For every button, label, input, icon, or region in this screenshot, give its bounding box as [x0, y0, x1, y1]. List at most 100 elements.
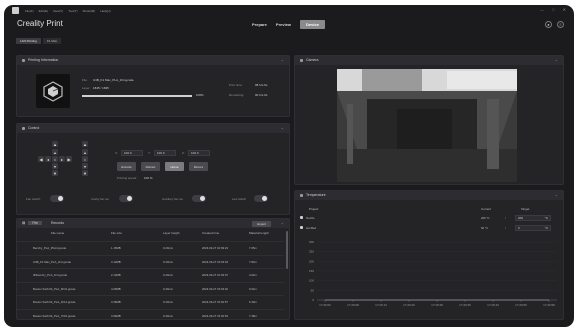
file-name-cell: U4B_K1 Max_PLA_1h4.gcode — [33, 259, 71, 264]
mode-preview[interactable]: Preview — [276, 22, 291, 27]
col-created-time[interactable]: Created time — [202, 231, 219, 235]
col-file-name[interactable]: File name — [51, 231, 64, 235]
menu-help[interactable]: Help(H) — [100, 9, 110, 13]
auxiliary-fan-toggle[interactable] — [192, 195, 206, 202]
collapse-icon[interactable]: ⌄ — [281, 57, 284, 62]
settings-icon[interactable]: ≡ — [557, 21, 564, 28]
material-length-cell: 7.82m — [249, 259, 257, 264]
hotbed-target-unit: °C — [544, 225, 548, 230]
device-tabs: LAN Printing K1 Max — [16, 38, 62, 44]
tab-records[interactable]: Records — [51, 221, 64, 225]
collapse-icon[interactable]: ⌄ — [555, 57, 558, 62]
y-input[interactable]: 100.0 — [154, 150, 176, 156]
table-row[interactable]: Boston Swift 64_PLA_7h16.gcode 3.96MB 0.20… — [17, 308, 284, 322]
y-plus-small-button[interactable]: ▴ — [52, 149, 58, 155]
menu-file[interactable]: File(F) — [25, 9, 34, 13]
motors-button[interactable]: Motors — [189, 162, 208, 171]
home-z-button[interactable]: ⌂ — [82, 156, 88, 162]
minimize-icon[interactable]: — — [540, 7, 544, 12]
col-file-size[interactable]: File size — [111, 231, 122, 235]
nozzle-target-input[interactable]: 200 °C — [515, 214, 551, 221]
hotbed-current: 60 °C — [481, 226, 489, 230]
tab-k1-max[interactable]: K1 Max — [42, 38, 62, 44]
material-length-cell: 6.30m — [249, 300, 257, 304]
file-name-cell: Boston Swift 64_PLA_7h16.gcode — [33, 313, 76, 318]
layer-height-cell: 0.20mm — [163, 246, 174, 250]
tab-file[interactable]: File — [28, 221, 42, 225]
collapse-icon[interactable]: ⌄ — [281, 125, 284, 130]
y-minus-small-button[interactable]: ▾ — [52, 163, 58, 169]
x-input[interactable]: 100.0 — [121, 150, 143, 156]
x-tick-label: 17:29:28 — [431, 303, 443, 307]
cavity-fan-toggle[interactable] — [119, 195, 133, 202]
x-tick-label: 17:29:43 — [487, 303, 499, 307]
x-plus-button[interactable]: ▶ — [66, 156, 72, 162]
y-tick-label: 0 — [312, 298, 314, 302]
table-row[interactable]: Boston Swift 64_PLA_4h14.gcode 3.36MB 0.20… — [17, 295, 284, 308]
y-plus-button[interactable]: ▲ — [52, 141, 58, 147]
x-tick-label: 17:29:35 — [459, 303, 471, 307]
menu-view[interactable]: View(V) — [53, 9, 63, 13]
retract-button[interactable]: Retract — [141, 162, 160, 171]
x-label: X: — [115, 151, 118, 155]
scrollbar[interactable] — [286, 231, 288, 269]
y-tick-label: 50 — [311, 288, 315, 292]
table-row[interactable]: U4B_K1 Max_PLA_1h4.gcode 3.12MB 0.20mm 2023… — [17, 254, 284, 268]
y-minus-button[interactable]: ▼ — [52, 170, 58, 176]
menu-tool[interactable]: Tool(T) — [68, 9, 77, 13]
mode-prepare[interactable]: Prepare — [252, 22, 267, 27]
collapse-icon[interactable]: ⌄ — [555, 192, 558, 197]
z-minus-small-button[interactable]: ▾ — [82, 163, 88, 169]
hotbed-target-input[interactable]: 0 °C — [515, 224, 551, 231]
menu-edit[interactable]: Edit(E) — [39, 9, 48, 13]
x-minus-small-button[interactable]: ◂ — [45, 156, 51, 162]
layer-height-cell: 0.20mm — [163, 300, 174, 304]
menu-bar: File(F) Edit(E) View(V) Tool(T) Model(M)… — [4, 5, 574, 16]
hotbed-icon — [300, 226, 303, 229]
title-bar: Creality Print Prepare Preview Device ● … — [4, 16, 574, 35]
created-time-cell: 2023-09-27 15:02:53 — [202, 313, 228, 318]
menu-model[interactable]: Model(M) — [83, 9, 96, 13]
thermometer-icon — [300, 193, 303, 197]
col-current: Current — [481, 207, 492, 211]
hotbed-slash: / — [505, 226, 506, 230]
z-minus-button[interactable]: ▼ — [82, 170, 88, 176]
created-time-cell: 2023-09-27 15:02:57 — [202, 300, 228, 304]
y-tick-label: 100 — [309, 279, 314, 283]
col-layer-height[interactable]: Layer height — [163, 231, 180, 235]
temperature-title: Temperature — [306, 193, 326, 197]
x-minus-button[interactable]: ◀ — [38, 156, 44, 162]
extrude-button[interactable]: Extrude — [117, 162, 136, 171]
nozzle-current: 206 °C — [481, 216, 490, 220]
led-switch-label: Led switch — [232, 197, 247, 201]
home-xy-button[interactable]: ⌂ — [52, 156, 58, 162]
auxiliary-fan-label: Auxiliary fan sw — [162, 197, 183, 201]
tab-lan-printing[interactable]: LAN Printing — [16, 38, 41, 44]
home-button[interactable]: Home — [165, 162, 184, 171]
table-row[interactable]: Boston Swift 64_PLA_9h41.gcode 4.09MB 0.20… — [17, 281, 284, 295]
z-input[interactable]: 106.0 — [188, 150, 210, 156]
fan-switch-label: Fan switch — [26, 197, 41, 201]
table-row[interactable]: Benchy_PLA_35m4.gcode 1.15MB 0.20mm 2023-09… — [17, 241, 284, 254]
fan-switch-toggle[interactable] — [50, 195, 64, 202]
x-tick-label: 17:29:08 — [347, 303, 359, 307]
printing-speed-value[interactable]: 100 % — [144, 176, 153, 180]
col-material-length[interactable]: Material length — [249, 231, 269, 235]
collapse-icon[interactable]: ⌄ — [281, 220, 284, 225]
layer-height-cell: 0.20mm — [163, 286, 174, 291]
x-tick-label: 17:29:50 — [515, 303, 527, 307]
y-tick-label: 250 — [309, 250, 314, 254]
user-icon[interactable]: ● — [545, 21, 552, 28]
x-plus-small-button[interactable]: ▸ — [59, 156, 65, 162]
z-plus-small-button[interactable]: ▴ — [82, 149, 88, 155]
led-switch-toggle[interactable] — [254, 195, 268, 202]
close-icon[interactable]: ✕ — [563, 7, 566, 12]
export-button[interactable]: Export — [252, 220, 271, 227]
maximize-icon[interactable]: □ — [552, 7, 554, 12]
table-row[interactable]: 3Dbenchy_PLA_1h4.gcode 2.13MB 0.20mm 2023-0… — [17, 268, 284, 281]
printing-info-panel: Printing Information ⌄ File: U4B_K1 Max_… — [16, 55, 290, 117]
mode-device[interactable]: Device — [300, 20, 325, 29]
z-plus-button[interactable]: ▲ — [82, 141, 88, 147]
app-logo-icon — [12, 7, 19, 14]
layer-height-cell: 0.20mm — [163, 259, 174, 264]
